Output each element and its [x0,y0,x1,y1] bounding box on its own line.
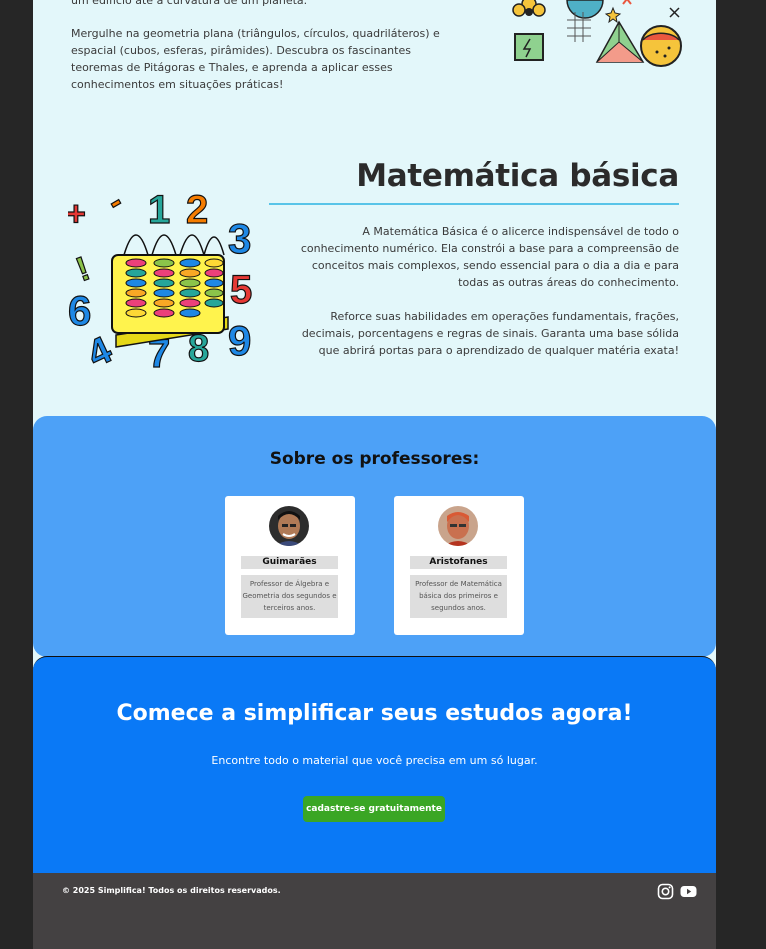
basic-math-paragraph: Reforce suas habilidades em operações fu… [301,310,679,357]
abacus-frame [111,234,229,348]
teacher-description: Professor de Matemática básica dos prime… [410,575,507,618]
digit-nine-icon: 9 [228,317,251,364]
footer: © 2025 Simplifica! Todos os direitos res… [33,873,716,949]
basic-math-description: A Matemática Básica é o alicerce indispe… [289,223,679,376]
digit-two-icon: 2 [186,188,208,232]
digit-five-icon: 5 [230,268,252,312]
title-divider [269,203,679,205]
geometry-description: um edifício até a curvatura de um planet… [71,0,461,109]
signup-button[interactable]: cadastre-se gratuitamente [303,796,445,822]
teacher-description: Professor de Álgebra e Geometria dos seg… [241,575,338,618]
avatar [438,506,478,546]
teacher-name: Guimarães [241,556,338,569]
copyright-text: © 2025 Simplifica! Todos os direitos res… [62,886,281,895]
basic-math-title: Matemática básica [356,158,679,194]
cta-section: Comece a simplificar seus estudos agora!… [33,656,716,877]
teachers-section: Sobre os professores: Guimarães Professo… [33,416,716,657]
teachers-title: Sobre os professores: [269,449,480,469]
flower-icon [512,0,546,17]
basic-math-paragraph: A Matemática Básica é o alicerce indispe… [300,225,679,289]
minus-sign-icon: - [100,185,129,221]
teacher-name: Aristofanes [410,556,507,569]
instagram-icon[interactable] [657,883,674,900]
cta-title: Comece a simplificar seus estudos agora! [116,701,633,726]
avatar [269,506,309,546]
shapes-icon [604,0,680,24]
teacher-card: Guimarães Professor de Álgebra e Geometr… [225,496,355,635]
digit-six-icon: 6 [68,287,91,334]
youtube-icon[interactable] [680,883,697,900]
exclamation-icon: ! [71,250,95,290]
cta-subtitle: Encontre todo o material que você precis… [211,754,538,767]
digit-four-icon: 4 [81,329,118,370]
digit-one-icon: 1 [148,188,170,232]
teacher-card: Aristofanes Professor de Matemática bási… [394,496,524,635]
geometry-paragraph: Mergulhe na geometria plana (triângulos,… [71,27,440,91]
protractor-icon [566,0,604,19]
digit-three-icon: 3 [228,215,251,262]
sphere-icon [640,25,682,67]
geometry-paragraph: um edifício até a curvatura de um planet… [71,0,308,7]
triangle-icon [595,20,645,63]
abacus-illustration: + - 1 2 3 ! 6 5 9 4 7 8 [68,185,253,370]
geometry-illustration [512,0,682,67]
plus-sign-icon: + [68,195,86,233]
battery-icon [514,33,544,61]
page: um edifício até a curvatura de um planet… [33,0,716,949]
